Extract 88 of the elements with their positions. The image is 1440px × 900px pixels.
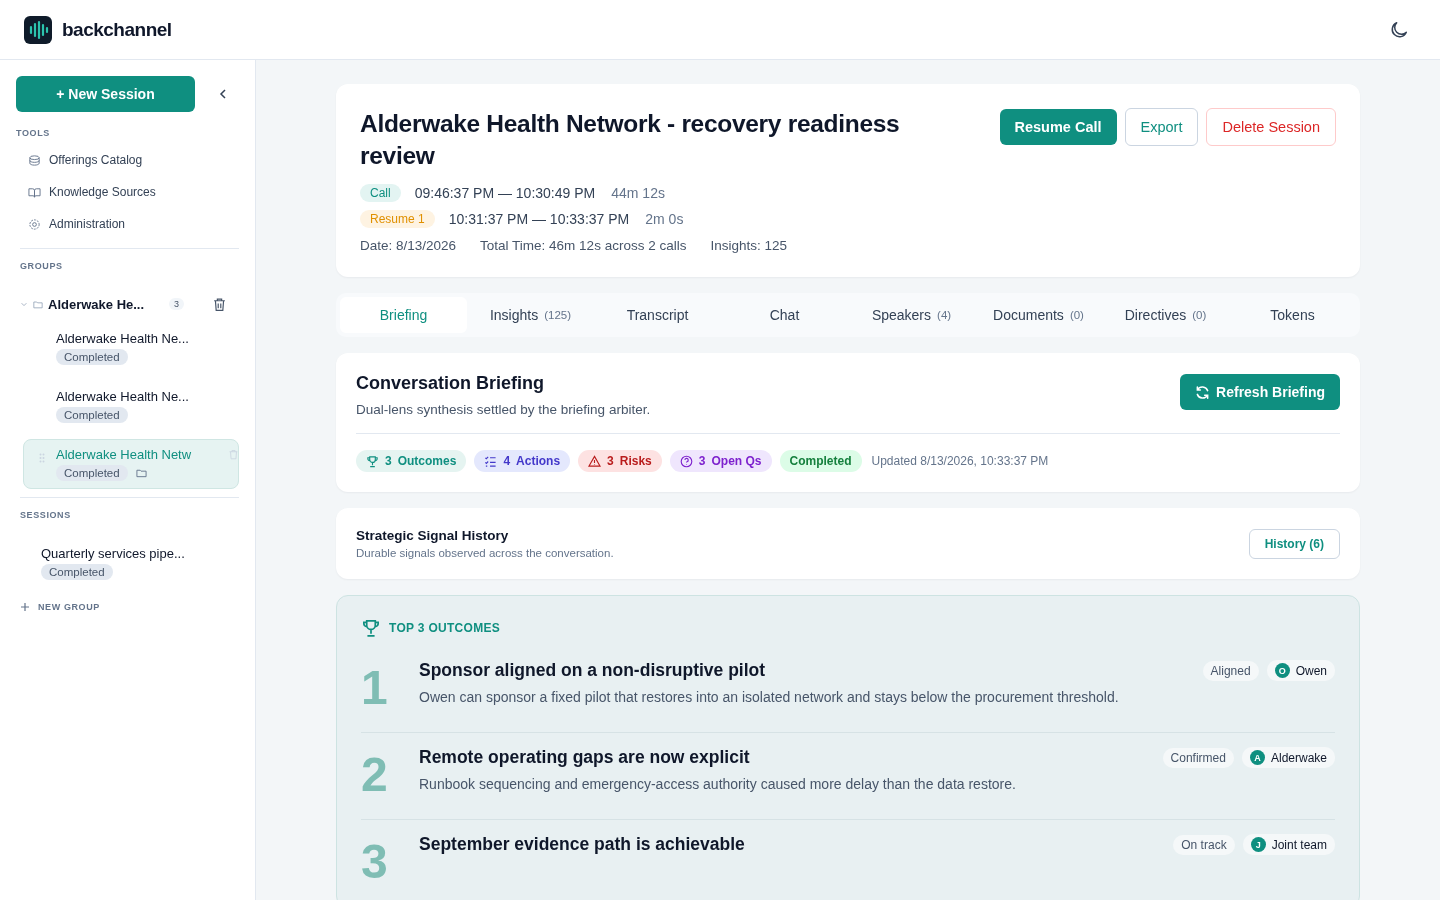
summary-badge[interactable]: 3 Outcomes — [356, 450, 467, 472]
outcome-title: September evidence path is achievable — [419, 834, 745, 855]
call-time-range: 10:31:37 PM — 10:33:37 PM — [448, 211, 630, 227]
status-pill: Completed — [56, 407, 128, 423]
status-pill: Completed — [56, 349, 128, 365]
session-meta: Date: 8/13/2026 — [360, 238, 457, 253]
outcome-status: Aligned — [1202, 660, 1259, 681]
signal-title: Strategic Signal History — [356, 528, 510, 543]
logo-icon — [24, 15, 52, 44]
section-heading: GROUPS — [20, 261, 64, 271]
summary-badge[interactable]: 3 Risks — [578, 450, 662, 472]
call-tag: Resume 1 — [360, 210, 435, 228]
owner-chip: O Owen — [1266, 660, 1335, 681]
history-button[interactable]: History (6) — [1248, 528, 1340, 559]
session-name: Alderwake Health Ne... — [56, 389, 189, 404]
call-duration: 44m 12s — [611, 185, 665, 201]
tab[interactable]: Directives (0) — [1102, 297, 1229, 333]
database-icon — [28, 153, 41, 167]
tool-item[interactable]: Offerings Catalog — [16, 144, 239, 176]
outcome-rank: 3 — [361, 836, 389, 888]
refresh-button[interactable]: Refresh Briefing — [1180, 374, 1340, 410]
group-name[interactable]: Alderwake He... — [48, 296, 160, 312]
summary-badge[interactable]: Completed — [779, 450, 862, 472]
folder-icon[interactable] — [135, 468, 147, 478]
trophy-icon — [361, 618, 381, 638]
collapse-icon[interactable] — [217, 88, 229, 100]
session-name: Quarterly services pipe... — [41, 546, 185, 561]
owner-chip: J Joint team — [1242, 834, 1335, 855]
action-button[interactable]: Delete Session — [1206, 108, 1336, 146]
session-meta: Total Time: 46m 12s across 2 calls — [480, 238, 687, 253]
trophy-icon — [366, 454, 379, 468]
session-name: Alderwake Health Netw — [56, 447, 193, 462]
tab[interactable]: Transcript — [594, 297, 721, 333]
settings-icon — [28, 217, 41, 231]
tab[interactable]: Insights (125) — [467, 297, 594, 333]
session-meta: Insights: 125 — [710, 238, 787, 253]
new-group-button[interactable]: NEW GROUP — [16, 602, 239, 612]
outcome-rank: 2 — [361, 749, 389, 801]
action-button[interactable]: Export — [1124, 108, 1199, 146]
chevron-icon[interactable] — [20, 300, 28, 308]
outcome-text: Owen can sponsor a fixed pilot that restores into an isolated network and stays below the procurement threshold. — [419, 689, 1120, 705]
outcome-title: Remote operating gaps are now explicit — [419, 747, 750, 768]
warning-icon — [588, 454, 602, 468]
status-pill: Completed — [56, 465, 128, 481]
tab[interactable]: Briefing — [340, 297, 467, 333]
call-tag: Call — [360, 184, 401, 202]
tool-item[interactable]: Knowledge Sources — [16, 176, 239, 208]
folder-icon — [33, 299, 43, 309]
owner-chip: A Alderwake — [1241, 747, 1335, 768]
signal-subtitle: Durable signals observed across the conversation. — [356, 547, 614, 559]
tab[interactable]: Tokens — [1229, 297, 1356, 333]
outcome-status: Confirmed — [1162, 747, 1234, 768]
summary-badge[interactable]: 4 Actions — [474, 450, 571, 472]
section-heading: SESSIONS — [20, 510, 72, 520]
briefing-subtitle: Dual-lens synthesis settled by the briefing arbiter. — [356, 402, 651, 417]
new-session-button[interactable]: + New Session — [16, 76, 195, 112]
call-time-range: 09:46:37 PM — 10:30:49 PM — [414, 185, 596, 201]
tab[interactable]: Documents (0) — [975, 297, 1102, 333]
trash-icon[interactable] — [212, 296, 227, 312]
session-item[interactable]: Quarterly services pipe... Completed — [16, 538, 239, 588]
drag-handle-icon[interactable] — [39, 453, 45, 463]
updated-time: Updated 8/13/2026, 10:33:37 PM — [871, 454, 1049, 468]
session-name: Alderwake Health Ne... — [56, 331, 189, 346]
outcome-title: Sponsor aligned on a non-disruptive pilot — [419, 660, 766, 681]
session-item[interactable]: Alderwake Health Ne... Completed — [23, 323, 239, 373]
section-heading: TOOLS — [16, 128, 51, 138]
outcomes-heading: TOP 3 OUTCOMES — [389, 621, 501, 635]
session-title: Alderwake Health Network - recovery readiness review — [360, 109, 901, 171]
question-icon — [679, 454, 693, 468]
outcome-text: Runbook sequencing and emergency-access authority caused more delay than the data restore. — [419, 776, 1017, 792]
summary-badge[interactable]: 3 Open Qs — [669, 450, 772, 472]
outcome-status: On track — [1173, 834, 1235, 855]
app-name: backchannel — [62, 18, 172, 41]
plus-icon — [20, 602, 30, 612]
checklist-icon — [484, 454, 498, 468]
status-pill: Completed — [41, 564, 113, 580]
briefing-title: Conversation Briefing — [356, 373, 546, 394]
call-duration: 2m 0s — [645, 211, 684, 227]
tab[interactable]: Chat — [721, 297, 848, 333]
refresh-icon — [1195, 384, 1211, 400]
outcome-rank: 1 — [361, 662, 389, 714]
group-count: 3 — [169, 298, 184, 310]
session-item[interactable]: Alderwake Health Ne... Completed — [23, 381, 239, 431]
action-button[interactable]: Resume Call — [999, 109, 1117, 145]
tab[interactable]: Speakers (4) — [848, 297, 975, 333]
session-item[interactable]: Alderwake Health Netw Completed — [23, 439, 239, 489]
book-icon — [28, 185, 41, 199]
tool-item[interactable]: Administration — [16, 208, 239, 240]
